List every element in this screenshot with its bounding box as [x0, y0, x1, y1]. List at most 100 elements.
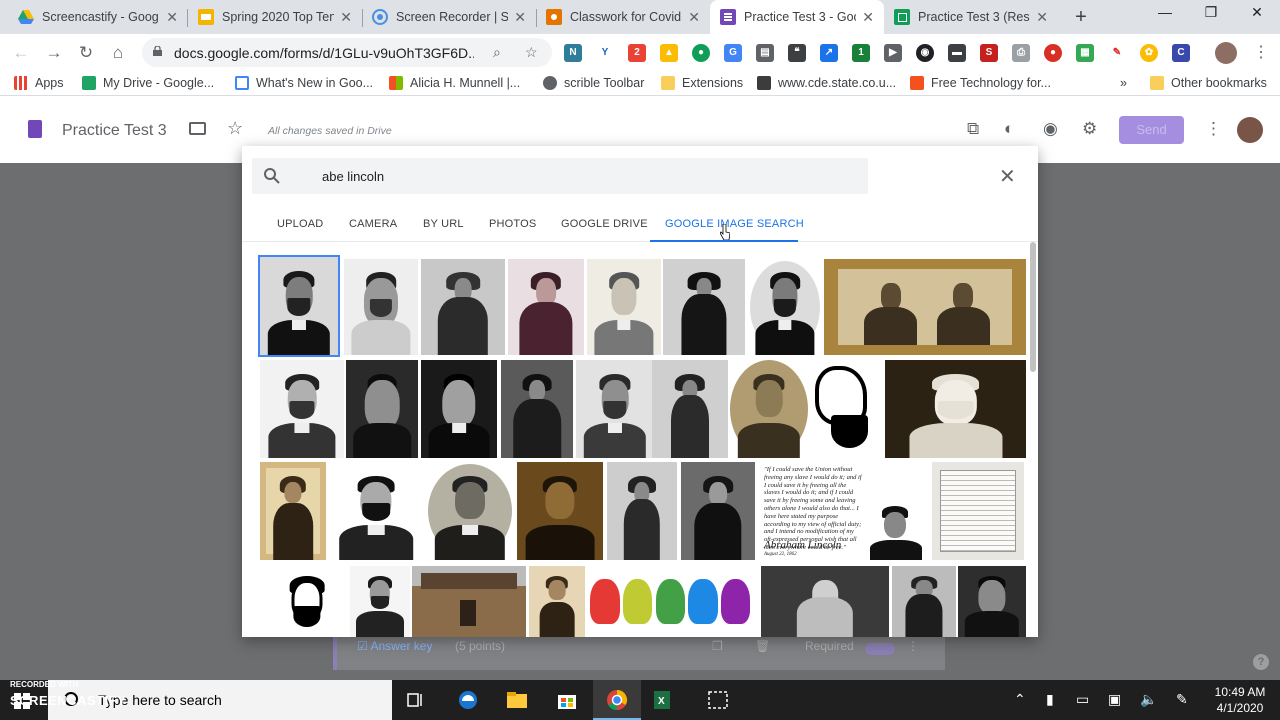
extension-icon[interactable]: Y — [596, 44, 614, 62]
extension-icon[interactable]: ▬ — [948, 44, 966, 62]
image-result[interactable] — [421, 360, 497, 458]
edge-browser-icon[interactable] — [456, 688, 480, 712]
more-options-icon[interactable]: ⋮ — [1205, 119, 1222, 139]
extension-icon[interactable]: ▲ — [660, 44, 678, 62]
restore-icon[interactable]: ❐ — [1188, 4, 1234, 21]
bookmark-item[interactable]: scrible Toolbar — [543, 76, 644, 90]
addons-icon[interactable]: ⧉ — [967, 119, 979, 139]
send-button[interactable]: Send — [1119, 116, 1184, 144]
task-view-icon[interactable] — [404, 688, 428, 712]
extension-icon[interactable]: N — [564, 44, 582, 62]
browser-menu-icon[interactable]: ⋮ — [1253, 42, 1269, 62]
browser-tab[interactable]: Screencastify - Goog ✕ — [8, 0, 188, 34]
tab-google-drive[interactable]: GOOGLE DRIVE — [561, 218, 648, 230]
image-result[interactable] — [761, 566, 889, 637]
volume-icon[interactable]: 🔈 — [1140, 691, 1157, 708]
close-tab-icon[interactable]: ✕ — [862, 9, 874, 26]
bookmark-item[interactable]: www.cde.state.co.u... — [757, 76, 896, 90]
extension-icon[interactable]: ▶ — [884, 44, 902, 62]
network-icon[interactable]: ▣ — [1108, 691, 1121, 708]
back-icon[interactable]: ← — [10, 42, 32, 64]
new-tab-icon[interactable]: + — [1069, 5, 1093, 29]
battery-icon[interactable]: ▭ — [1076, 691, 1089, 708]
image-result[interactable] — [576, 360, 654, 458]
bookmark-folder[interactable]: Extensions — [661, 76, 743, 90]
extension-icon[interactable]: ✿ — [1140, 44, 1158, 62]
image-result[interactable] — [350, 566, 410, 637]
tab-upload[interactable]: UPLOAD — [277, 218, 323, 230]
window-close-icon[interactable]: ✕ — [1234, 4, 1280, 21]
extension-icon[interactable]: G — [724, 44, 742, 62]
image-result[interactable] — [330, 462, 422, 560]
image-result[interactable] — [529, 566, 585, 637]
palette-icon[interactable]: ◐ — [1004, 119, 1014, 139]
answer-key-link[interactable]: ☑ Answer key — [357, 639, 432, 653]
system-clock[interactable]: 10:49 AM 4/1/2020 — [1200, 684, 1280, 716]
image-result[interactable]: "If I could save the Union without freei… — [758, 462, 928, 560]
extension-icon[interactable]: ▤ — [756, 44, 774, 62]
image-result[interactable] — [824, 259, 1026, 355]
image-result[interactable] — [587, 259, 661, 355]
image-result[interactable] — [681, 462, 755, 560]
image-result[interactable] — [885, 360, 1026, 458]
more-options-icon[interactable]: ⋮ — [907, 639, 919, 653]
browser-tab[interactable]: Classwork for Covid1 ✕ — [536, 0, 710, 34]
usb-device-icon[interactable]: ▮ — [1046, 691, 1054, 708]
form-title[interactable]: Practice Test 3 — [62, 122, 167, 140]
folder-icon[interactable] — [189, 122, 206, 135]
home-icon[interactable]: ⌂ — [107, 42, 129, 64]
delete-icon[interactable]: 🗑 — [755, 639, 770, 653]
help-icon[interactable]: ? — [1253, 654, 1269, 670]
image-result[interactable] — [809, 360, 883, 458]
extension-icon[interactable]: ◉ — [916, 44, 934, 62]
avatar[interactable] — [1237, 117, 1263, 143]
close-tab-icon[interactable]: ✕ — [514, 9, 526, 26]
reload-icon[interactable]: ↻ — [75, 42, 97, 64]
forms-logo-icon[interactable] — [28, 120, 42, 138]
image-result[interactable] — [260, 462, 326, 560]
image-result[interactable] — [412, 566, 526, 637]
required-toggle[interactable] — [865, 643, 895, 655]
close-icon[interactable]: ✕ — [999, 164, 1016, 189]
tab-google-image-search[interactable]: GOOGLE IMAGE SEARCH — [665, 218, 804, 230]
extension-icon[interactable]: ● — [692, 44, 710, 62]
pen-workspace-icon[interactable]: ✎ — [1176, 691, 1188, 708]
bookmark-apps[interactable]: Apps — [14, 76, 64, 90]
bookmark-item[interactable]: Alicia H. Munnell |... — [389, 76, 520, 90]
image-result[interactable] — [258, 255, 340, 357]
browser-tab[interactable]: Screen Recorder | Sc ✕ — [362, 0, 536, 34]
bookmark-item[interactable]: What's New in Goo... — [235, 76, 373, 90]
file-explorer-icon[interactable] — [505, 688, 529, 712]
extension-icon[interactable]: ▦ — [1076, 44, 1094, 62]
star-icon[interactable]: ☆ — [227, 118, 243, 139]
tab-photos[interactable]: PHOTOS — [489, 218, 536, 230]
browser-tab[interactable]: Practice Test 3 (Resp ✕ — [884, 0, 1058, 34]
extension-icon[interactable]: ❝ — [788, 44, 806, 62]
image-result[interactable] — [607, 462, 677, 560]
snip-tool-icon[interactable] — [706, 688, 730, 712]
chrome-icon[interactable] — [605, 688, 629, 712]
extension-icon[interactable]: ↗ — [820, 44, 838, 62]
image-result[interactable] — [508, 259, 584, 355]
image-result[interactable] — [276, 566, 338, 637]
bookmark-star-icon[interactable]: ☆ — [525, 44, 538, 61]
image-result[interactable] — [748, 259, 822, 355]
image-result[interactable] — [260, 360, 344, 458]
other-bookmarks-folder[interactable]: Other bookmarks — [1150, 76, 1267, 90]
image-result[interactable] — [652, 360, 728, 458]
image-result[interactable] — [421, 259, 505, 355]
more-bookmarks-chevron[interactable]: » — [1120, 76, 1127, 90]
close-tab-icon[interactable]: ✕ — [1036, 9, 1048, 26]
image-result[interactable] — [663, 259, 745, 355]
extension-icon[interactable]: 2 — [628, 44, 646, 62]
image-result[interactable] — [517, 462, 603, 560]
close-tab-icon[interactable]: ✕ — [166, 9, 178, 26]
close-tab-icon[interactable]: ✕ — [688, 9, 700, 26]
show-hidden-icons-chevron[interactable]: ⌃ — [1014, 691, 1026, 708]
image-result[interactable] — [587, 566, 759, 637]
bookmark-item[interactable]: My Drive - Google... — [82, 76, 214, 90]
zoom-icon[interactable]: ⌕ — [493, 44, 501, 61]
image-result[interactable] — [501, 360, 573, 458]
excel-icon[interactable]: X — [650, 688, 674, 712]
extension-icon[interactable]: C — [1172, 44, 1190, 62]
